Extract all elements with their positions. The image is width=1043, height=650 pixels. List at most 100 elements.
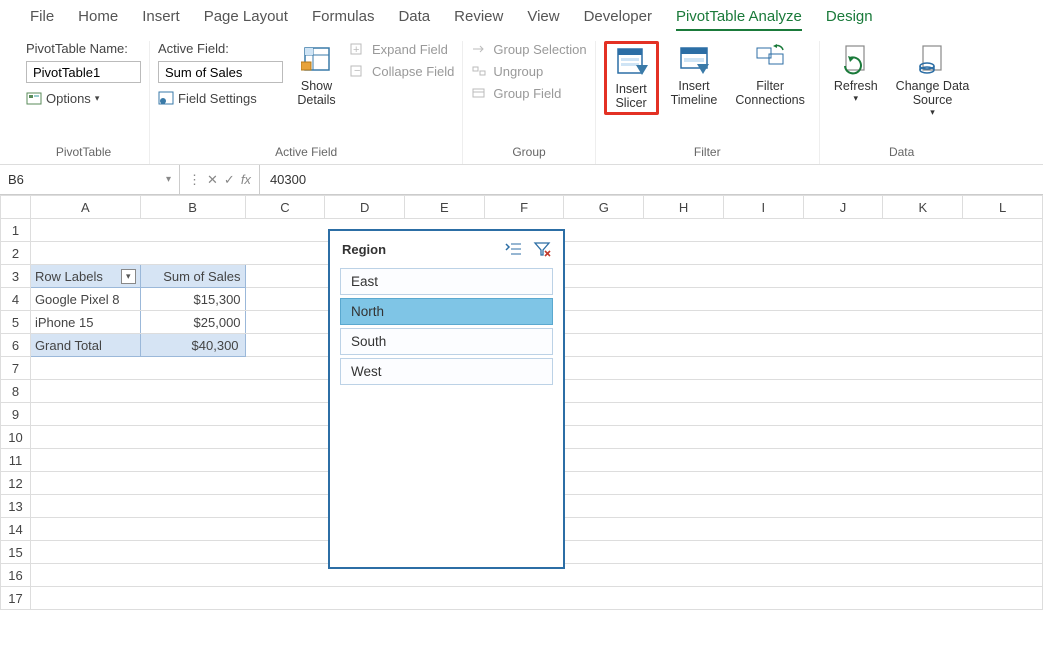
row-header[interactable]: 5 (1, 311, 31, 334)
tab-page-layout[interactable]: Page Layout (204, 8, 288, 31)
chevron-down-icon: ▾ (95, 93, 100, 104)
insert-timeline-button[interactable]: Insert Timeline (665, 41, 724, 109)
pivot-grand-total-label[interactable]: Grand Total (30, 334, 140, 357)
tab-pivottable-analyze[interactable]: PivotTable Analyze (676, 8, 802, 31)
tab-developer[interactable]: Developer (584, 8, 652, 31)
active-field-input[interactable] (158, 61, 283, 83)
multi-select-icon[interactable] (505, 241, 523, 257)
pivottable-name-input[interactable] (26, 61, 141, 83)
col-header[interactable]: F (484, 196, 564, 219)
row-header[interactable]: 8 (1, 380, 31, 403)
group-selection-button[interactable]: Group Selection (471, 41, 586, 57)
change-data-source-button[interactable]: Change Data Source ▾ (890, 41, 976, 120)
collapse-field-button[interactable]: − Collapse Field (350, 63, 454, 79)
tab-view[interactable]: View (527, 8, 559, 31)
tab-home[interactable]: Home (78, 8, 118, 31)
group-field-button[interactable]: Group Field (471, 85, 586, 101)
pivot-row-value[interactable]: $15,300 (140, 288, 245, 311)
cancel-icon[interactable]: ✕ (207, 172, 218, 188)
insert-slicer-button[interactable]: Insert Slicer (604, 41, 659, 115)
row-header[interactable]: 6 (1, 334, 31, 357)
row-header[interactable]: 12 (1, 472, 31, 495)
col-header[interactable]: A (30, 196, 140, 219)
show-details-button[interactable]: Show Details (289, 41, 344, 109)
slicer-item-south[interactable]: South (340, 328, 553, 355)
tab-formulas[interactable]: Formulas (312, 8, 375, 31)
col-header[interactable]: H (644, 196, 724, 219)
refresh-button[interactable]: Refresh ▾ (828, 41, 884, 106)
change-data-source-icon (916, 43, 950, 77)
ungroup-label: Ungroup (493, 64, 543, 79)
ribbon-group-data: Refresh ▾ Change Data Source ▾ Data (820, 41, 983, 164)
spreadsheet-grid: A B C D E F G H I J K L 1 2 3 Row Labels… (0, 195, 1043, 610)
collapse-icon: − (350, 63, 366, 79)
expand-field-button[interactable]: + Expand Field (350, 41, 454, 57)
insert-timeline-icon (677, 43, 711, 77)
group-field-label: Group Field (493, 86, 561, 101)
filter-connections-button[interactable]: Filter Connections (729, 41, 811, 109)
cell[interactable] (30, 587, 1042, 610)
col-header[interactable]: K (883, 196, 963, 219)
row-header[interactable]: 14 (1, 518, 31, 541)
col-header[interactable]: C (245, 196, 325, 219)
pivot-row-value[interactable]: $25,000 (140, 311, 245, 334)
group-label-filter: Filter (604, 142, 811, 164)
options-button[interactable]: Options ▾ (26, 90, 141, 106)
row-header[interactable]: 4 (1, 288, 31, 311)
active-field-label: Active Field: (158, 41, 283, 56)
row-header[interactable]: 2 (1, 242, 31, 265)
col-header[interactable]: E (405, 196, 485, 219)
field-settings-icon (158, 90, 174, 106)
row-header[interactable]: 15 (1, 541, 31, 564)
field-settings-label: Field Settings (178, 91, 257, 106)
show-details-icon (300, 43, 334, 77)
name-box[interactable]: B6 ▾ (0, 165, 180, 194)
ribbon-group-pivottable: PivotTable Name: Options ▾ PivotTable (18, 41, 150, 164)
formula-value[interactable]: 40300 (260, 172, 316, 187)
slicer-region[interactable]: Region East North South West (328, 229, 565, 569)
ungroup-button[interactable]: Ungroup (471, 63, 586, 79)
row-header[interactable]: 13 (1, 495, 31, 518)
row-header[interactable]: 10 (1, 426, 31, 449)
row-header[interactable]: 9 (1, 403, 31, 426)
field-settings-button[interactable]: Field Settings (158, 90, 283, 106)
insert-slicer-label: Insert Slicer (615, 82, 646, 110)
col-header[interactable]: L (963, 196, 1043, 219)
pivot-row-label[interactable]: Google Pixel 8 (30, 288, 140, 311)
select-all-corner[interactable] (1, 196, 31, 219)
tab-data[interactable]: Data (398, 8, 430, 31)
slicer-title: Region (342, 242, 386, 257)
options-label: Options (46, 91, 91, 106)
row-header[interactable]: 11 (1, 449, 31, 472)
ribbon-tabs: File Home Insert Page Layout Formulas Da… (0, 0, 1043, 35)
chevron-down-icon: ▾ (854, 93, 859, 104)
tab-file[interactable]: File (30, 8, 54, 31)
slicer-item-north[interactable]: North (340, 298, 553, 325)
row-header[interactable]: 16 (1, 564, 31, 587)
row-header[interactable]: 17 (1, 587, 31, 610)
col-header[interactable]: I (723, 196, 803, 219)
slicer-item-west[interactable]: West (340, 358, 553, 385)
clear-filter-icon[interactable] (533, 241, 551, 257)
slicer-item-east[interactable]: East (340, 268, 553, 295)
row-header[interactable]: 3 (1, 265, 31, 288)
confirm-icon[interactable]: ✓ (224, 172, 235, 188)
pivot-filter-dropdown[interactable]: ▾ (121, 269, 136, 284)
pivot-grand-total-value[interactable]: $40,300 (140, 334, 245, 357)
pivot-row-labels-header[interactable]: Row Labels ▾ (30, 265, 140, 288)
tab-insert[interactable]: Insert (142, 8, 180, 31)
pivot-row-label[interactable]: iPhone 15 (30, 311, 140, 334)
row-header[interactable]: 1 (1, 219, 31, 242)
show-details-label: Show Details (297, 79, 335, 107)
col-header[interactable]: B (140, 196, 245, 219)
col-header[interactable]: J (803, 196, 883, 219)
col-header[interactable]: G (564, 196, 644, 219)
pivot-values-header[interactable]: Sum of Sales (140, 265, 245, 288)
row-header[interactable]: 7 (1, 357, 31, 380)
col-header[interactable]: D (325, 196, 405, 219)
expand-field-label: Expand Field (372, 42, 448, 57)
fx-icon[interactable]: fx (241, 172, 251, 187)
tab-design[interactable]: Design (826, 8, 873, 31)
tab-review[interactable]: Review (454, 8, 503, 31)
svg-text:+: + (353, 44, 359, 56)
